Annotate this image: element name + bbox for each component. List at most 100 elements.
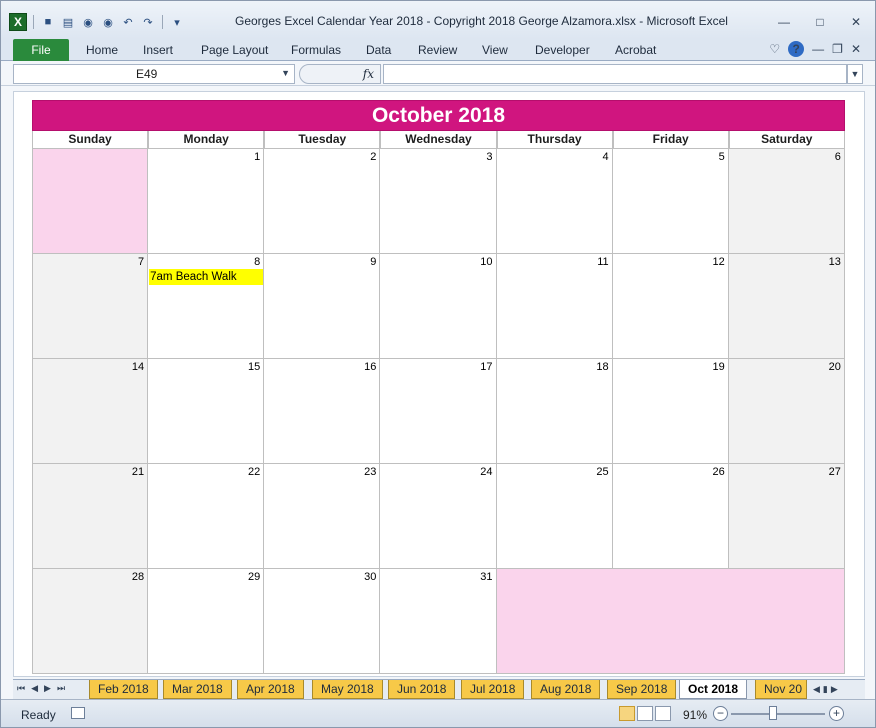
calendar-event[interactable]: 7am Beach Walk	[149, 269, 264, 285]
find-replace-icon[interactable]: ◉	[100, 14, 116, 30]
sheet-tab[interactable]: Apr 2018	[237, 680, 304, 699]
day-cell[interactable]: 1	[148, 149, 265, 254]
day-cell[interactable]: 31	[380, 569, 497, 674]
tab-developer[interactable]: Developer	[535, 43, 590, 57]
zoom-out-icon[interactable]: −	[713, 706, 728, 721]
formula-input[interactable]	[383, 64, 847, 84]
sheet-tab[interactable]: Jun 2018	[388, 680, 456, 699]
day-cell[interactable]: 22	[148, 464, 265, 569]
sheet-tab[interactable]: Feb 2018	[89, 680, 158, 699]
day-cell[interactable]: 16	[264, 359, 381, 464]
next-sheet-icon[interactable]: ▶	[44, 683, 51, 694]
day-cell-weekend[interactable]: 27	[728, 464, 845, 569]
normal-view-icon[interactable]	[619, 706, 635, 721]
status-ready: Ready	[21, 708, 56, 722]
zoom-in-icon[interactable]: +	[829, 706, 844, 721]
dow-sunday: Sunday	[32, 131, 149, 149]
day-cell[interactable]: 4	[496, 149, 613, 254]
day-cell-weekend[interactable]: 7	[32, 254, 149, 359]
help-icon[interactable]: ?	[788, 41, 805, 57]
day-cell[interactable]: 12	[612, 254, 729, 359]
tab-home[interactable]: Home	[86, 43, 118, 57]
tab-formulas[interactable]: Formulas	[291, 43, 341, 57]
day-cell[interactable]: 24	[380, 464, 497, 569]
workbook-minimize-icon[interactable]: —	[812, 42, 824, 56]
day-number: 11	[597, 256, 609, 268]
record-macro-icon[interactable]	[71, 707, 85, 719]
scroll-thumb-icon[interactable]: ▮	[823, 684, 828, 695]
sheet-tab-active[interactable]: Oct 2018	[679, 680, 748, 699]
close-icon[interactable]: ✕	[845, 14, 867, 30]
chevron-down-icon[interactable]: ▼	[281, 68, 290, 78]
day-cell-weekend[interactable]: 14	[32, 359, 149, 464]
workbook-restore-icon[interactable]: ❐	[832, 42, 843, 56]
day-cell-weekend[interactable]: 28	[32, 569, 149, 674]
tab-insert[interactable]: Insert	[143, 43, 173, 57]
day-number: 18	[596, 361, 609, 373]
sheet-tab[interactable]: Aug 2018	[531, 680, 601, 699]
ribbon-tabs: File Home Insert Page Layout Formulas Da…	[1, 39, 875, 61]
day-cell[interactable]: 5	[612, 149, 729, 254]
sheet-tab[interactable]: Jul 2018	[461, 680, 525, 699]
tab-page-layout[interactable]: Page Layout	[201, 43, 268, 57]
day-cell[interactable]: 2	[264, 149, 381, 254]
sheet-tab[interactable]: May 2018	[312, 680, 383, 699]
day-number: 9	[370, 256, 377, 268]
page-layout-view-icon[interactable]	[637, 706, 653, 721]
day-cell-weekend[interactable]: 6	[728, 149, 845, 254]
last-sheet-icon[interactable]: ⏭	[57, 683, 65, 694]
day-cell[interactable]: 9	[264, 254, 381, 359]
prev-sheet-icon[interactable]: ◀	[31, 683, 38, 694]
find-icon[interactable]: ◉	[80, 14, 96, 30]
sheet-tab[interactable]: Sep 2018	[607, 680, 677, 699]
day-cell[interactable]: 18	[496, 359, 613, 464]
day-cell[interactable]: 3	[380, 149, 497, 254]
expand-formula-bar-icon[interactable]: ▼	[847, 64, 863, 84]
zoom-slider-track[interactable]	[731, 713, 825, 715]
form-icon[interactable]: ▤	[60, 14, 76, 30]
sheet-tab[interactable]: Nov 20	[755, 680, 807, 699]
day-cell[interactable]: 17	[380, 359, 497, 464]
redo-icon[interactable]: ↷	[140, 14, 156, 30]
tab-file[interactable]: File	[13, 39, 69, 61]
day-cell-empty[interactable]	[32, 149, 149, 254]
day-cell-weekend[interactable]: 20	[728, 359, 845, 464]
day-cell-weekend[interactable]: 13	[728, 254, 845, 359]
day-cell[interactable]: 15	[148, 359, 265, 464]
day-cell[interactable]: 8 7am Beach Walk	[148, 254, 265, 359]
name-box[interactable]: E49 ▼	[13, 64, 295, 84]
day-cell-empty[interactable]	[496, 569, 845, 674]
calendar-week: 28 29 30 31	[32, 569, 845, 674]
sheet-tab[interactable]: Mar 2018	[163, 680, 232, 699]
restore-icon[interactable]: □	[809, 14, 831, 30]
page-break-view-icon[interactable]	[655, 706, 671, 721]
save-icon[interactable]: ■	[40, 14, 56, 30]
day-cell[interactable]: 29	[148, 569, 265, 674]
undo-icon[interactable]: ↶	[120, 14, 136, 30]
customize-qat-icon[interactable]: ▾	[169, 14, 185, 30]
workbook-close-icon[interactable]: ✕	[851, 42, 861, 56]
day-cell[interactable]: 11	[496, 254, 613, 359]
minimize-icon[interactable]: —	[773, 14, 795, 30]
day-cell[interactable]: 25	[496, 464, 613, 569]
day-number: 12	[712, 256, 725, 268]
day-cell[interactable]: 23	[264, 464, 381, 569]
day-cell[interactable]: 26	[612, 464, 729, 569]
tab-view[interactable]: View	[482, 43, 508, 57]
horizontal-scrollbar[interactable]: ◀ ▮ ▶	[813, 682, 863, 697]
zoom-slider-thumb[interactable]	[769, 706, 777, 720]
scroll-right-icon[interactable]: ▶	[831, 684, 838, 695]
excel-logo-icon[interactable]: X	[9, 13, 27, 31]
insert-function-icon[interactable]: fx	[363, 67, 374, 81]
tab-acrobat[interactable]: Acrobat	[615, 43, 656, 57]
day-cell[interactable]: 10	[380, 254, 497, 359]
tab-review[interactable]: Review	[418, 43, 457, 57]
ribbon-minimize-icon[interactable]: ♡	[769, 42, 780, 56]
day-cell-weekend[interactable]: 21	[32, 464, 149, 569]
tab-data[interactable]: Data	[366, 43, 391, 57]
first-sheet-icon[interactable]: ⏮	[17, 683, 25, 694]
zoom-level[interactable]: 91%	[683, 708, 707, 722]
scroll-left-icon[interactable]: ◀	[813, 684, 820, 695]
day-cell[interactable]: 30	[264, 569, 381, 674]
day-cell[interactable]: 19	[612, 359, 729, 464]
